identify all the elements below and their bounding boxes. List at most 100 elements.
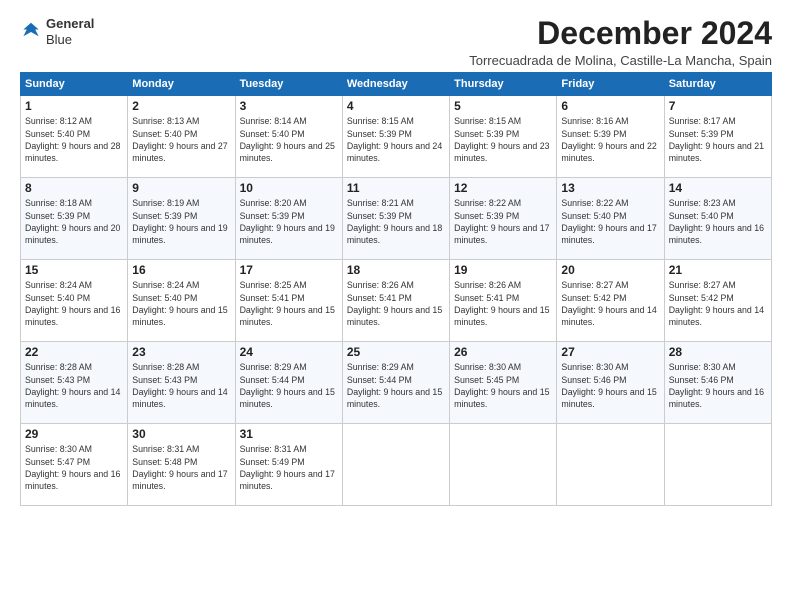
day-number: 16 bbox=[132, 263, 230, 277]
day-number: 17 bbox=[240, 263, 338, 277]
day-number: 29 bbox=[25, 427, 123, 441]
day-info: Sunrise: 8:30 AMSunset: 5:46 PMDaylight:… bbox=[669, 362, 764, 409]
table-row: 30 Sunrise: 8:31 AMSunset: 5:48 PMDaylig… bbox=[128, 424, 235, 506]
day-number: 7 bbox=[669, 99, 767, 113]
day-info: Sunrise: 8:25 AMSunset: 5:41 PMDaylight:… bbox=[240, 280, 335, 327]
table-row: 20 Sunrise: 8:27 AMSunset: 5:42 PMDaylig… bbox=[557, 260, 664, 342]
day-number: 15 bbox=[25, 263, 123, 277]
calendar-week-row: 8 Sunrise: 8:18 AMSunset: 5:39 PMDayligh… bbox=[21, 178, 772, 260]
table-row bbox=[664, 424, 771, 506]
day-info: Sunrise: 8:17 AMSunset: 5:39 PMDaylight:… bbox=[669, 116, 764, 163]
title-area: December 2024 Torrecuadrada de Molina, C… bbox=[469, 16, 772, 68]
table-row: 7 Sunrise: 8:17 AMSunset: 5:39 PMDayligh… bbox=[664, 96, 771, 178]
day-info: Sunrise: 8:13 AMSunset: 5:40 PMDaylight:… bbox=[132, 116, 227, 163]
day-info: Sunrise: 8:28 AMSunset: 5:43 PMDaylight:… bbox=[132, 362, 227, 409]
table-row: 2 Sunrise: 8:13 AMSunset: 5:40 PMDayligh… bbox=[128, 96, 235, 178]
day-number: 31 bbox=[240, 427, 338, 441]
day-number: 22 bbox=[25, 345, 123, 359]
day-number: 30 bbox=[132, 427, 230, 441]
table-row: 25 Sunrise: 8:29 AMSunset: 5:44 PMDaylig… bbox=[342, 342, 449, 424]
col-tuesday: Tuesday bbox=[235, 73, 342, 96]
day-info: Sunrise: 8:26 AMSunset: 5:41 PMDaylight:… bbox=[454, 280, 549, 327]
day-info: Sunrise: 8:22 AMSunset: 5:40 PMDaylight:… bbox=[561, 198, 656, 245]
day-info: Sunrise: 8:31 AMSunset: 5:49 PMDaylight:… bbox=[240, 444, 335, 491]
day-info: Sunrise: 8:29 AMSunset: 5:44 PMDaylight:… bbox=[347, 362, 442, 409]
day-info: Sunrise: 8:20 AMSunset: 5:39 PMDaylight:… bbox=[240, 198, 335, 245]
day-info: Sunrise: 8:15 AMSunset: 5:39 PMDaylight:… bbox=[454, 116, 549, 163]
day-number: 14 bbox=[669, 181, 767, 195]
day-info: Sunrise: 8:24 AMSunset: 5:40 PMDaylight:… bbox=[25, 280, 120, 327]
day-number: 13 bbox=[561, 181, 659, 195]
table-row: 18 Sunrise: 8:26 AMSunset: 5:41 PMDaylig… bbox=[342, 260, 449, 342]
table-row: 24 Sunrise: 8:29 AMSunset: 5:44 PMDaylig… bbox=[235, 342, 342, 424]
table-row: 16 Sunrise: 8:24 AMSunset: 5:40 PMDaylig… bbox=[128, 260, 235, 342]
col-friday: Friday bbox=[557, 73, 664, 96]
day-number: 12 bbox=[454, 181, 552, 195]
day-info: Sunrise: 8:30 AMSunset: 5:47 PMDaylight:… bbox=[25, 444, 120, 491]
table-row: 6 Sunrise: 8:16 AMSunset: 5:39 PMDayligh… bbox=[557, 96, 664, 178]
table-row bbox=[450, 424, 557, 506]
day-info: Sunrise: 8:26 AMSunset: 5:41 PMDaylight:… bbox=[347, 280, 442, 327]
day-number: 10 bbox=[240, 181, 338, 195]
table-row: 23 Sunrise: 8:28 AMSunset: 5:43 PMDaylig… bbox=[128, 342, 235, 424]
logo-text: General Blue bbox=[46, 16, 94, 47]
calendar-table: Sunday Monday Tuesday Wednesday Thursday… bbox=[20, 72, 772, 506]
day-number: 28 bbox=[669, 345, 767, 359]
day-info: Sunrise: 8:29 AMSunset: 5:44 PMDaylight:… bbox=[240, 362, 335, 409]
day-number: 9 bbox=[132, 181, 230, 195]
day-info: Sunrise: 8:27 AMSunset: 5:42 PMDaylight:… bbox=[561, 280, 656, 327]
day-info: Sunrise: 8:21 AMSunset: 5:39 PMDaylight:… bbox=[347, 198, 442, 245]
day-number: 5 bbox=[454, 99, 552, 113]
table-row: 10 Sunrise: 8:20 AMSunset: 5:39 PMDaylig… bbox=[235, 178, 342, 260]
calendar-week-row: 29 Sunrise: 8:30 AMSunset: 5:47 PMDaylig… bbox=[21, 424, 772, 506]
day-info: Sunrise: 8:31 AMSunset: 5:48 PMDaylight:… bbox=[132, 444, 227, 491]
calendar-week-row: 15 Sunrise: 8:24 AMSunset: 5:40 PMDaylig… bbox=[21, 260, 772, 342]
month-title: December 2024 bbox=[469, 16, 772, 51]
table-row: 21 Sunrise: 8:27 AMSunset: 5:42 PMDaylig… bbox=[664, 260, 771, 342]
table-row: 26 Sunrise: 8:30 AMSunset: 5:45 PMDaylig… bbox=[450, 342, 557, 424]
table-row: 29 Sunrise: 8:30 AMSunset: 5:47 PMDaylig… bbox=[21, 424, 128, 506]
table-row: 13 Sunrise: 8:22 AMSunset: 5:40 PMDaylig… bbox=[557, 178, 664, 260]
table-row: 22 Sunrise: 8:28 AMSunset: 5:43 PMDaylig… bbox=[21, 342, 128, 424]
table-row: 4 Sunrise: 8:15 AMSunset: 5:39 PMDayligh… bbox=[342, 96, 449, 178]
col-monday: Monday bbox=[128, 73, 235, 96]
calendar-week-row: 22 Sunrise: 8:28 AMSunset: 5:43 PMDaylig… bbox=[21, 342, 772, 424]
day-number: 26 bbox=[454, 345, 552, 359]
day-number: 25 bbox=[347, 345, 445, 359]
logo-general: General bbox=[46, 16, 94, 32]
col-thursday: Thursday bbox=[450, 73, 557, 96]
day-number: 3 bbox=[240, 99, 338, 113]
table-row bbox=[557, 424, 664, 506]
calendar-header-row: Sunday Monday Tuesday Wednesday Thursday… bbox=[21, 73, 772, 96]
day-info: Sunrise: 8:15 AMSunset: 5:39 PMDaylight:… bbox=[347, 116, 442, 163]
day-info: Sunrise: 8:30 AMSunset: 5:46 PMDaylight:… bbox=[561, 362, 656, 409]
day-info: Sunrise: 8:18 AMSunset: 5:39 PMDaylight:… bbox=[25, 198, 120, 245]
day-number: 18 bbox=[347, 263, 445, 277]
table-row: 8 Sunrise: 8:18 AMSunset: 5:39 PMDayligh… bbox=[21, 178, 128, 260]
col-wednesday: Wednesday bbox=[342, 73, 449, 96]
day-info: Sunrise: 8:27 AMSunset: 5:42 PMDaylight:… bbox=[669, 280, 764, 327]
day-number: 24 bbox=[240, 345, 338, 359]
logo: General Blue bbox=[20, 16, 94, 47]
table-row: 12 Sunrise: 8:22 AMSunset: 5:39 PMDaylig… bbox=[450, 178, 557, 260]
col-saturday: Saturday bbox=[664, 73, 771, 96]
day-number: 11 bbox=[347, 181, 445, 195]
day-info: Sunrise: 8:28 AMSunset: 5:43 PMDaylight:… bbox=[25, 362, 120, 409]
day-info: Sunrise: 8:30 AMSunset: 5:45 PMDaylight:… bbox=[454, 362, 549, 409]
logo-blue: Blue bbox=[46, 32, 94, 48]
day-info: Sunrise: 8:19 AMSunset: 5:39 PMDaylight:… bbox=[132, 198, 227, 245]
calendar-page: General Blue December 2024 Torrecuadrada… bbox=[0, 0, 792, 612]
table-row: 5 Sunrise: 8:15 AMSunset: 5:39 PMDayligh… bbox=[450, 96, 557, 178]
day-number: 21 bbox=[669, 263, 767, 277]
day-info: Sunrise: 8:22 AMSunset: 5:39 PMDaylight:… bbox=[454, 198, 549, 245]
table-row: 11 Sunrise: 8:21 AMSunset: 5:39 PMDaylig… bbox=[342, 178, 449, 260]
table-row: 28 Sunrise: 8:30 AMSunset: 5:46 PMDaylig… bbox=[664, 342, 771, 424]
day-info: Sunrise: 8:14 AMSunset: 5:40 PMDaylight:… bbox=[240, 116, 335, 163]
day-number: 8 bbox=[25, 181, 123, 195]
day-number: 6 bbox=[561, 99, 659, 113]
table-row: 17 Sunrise: 8:25 AMSunset: 5:41 PMDaylig… bbox=[235, 260, 342, 342]
table-row: 31 Sunrise: 8:31 AMSunset: 5:49 PMDaylig… bbox=[235, 424, 342, 506]
day-number: 23 bbox=[132, 345, 230, 359]
day-number: 1 bbox=[25, 99, 123, 113]
table-row: 14 Sunrise: 8:23 AMSunset: 5:40 PMDaylig… bbox=[664, 178, 771, 260]
